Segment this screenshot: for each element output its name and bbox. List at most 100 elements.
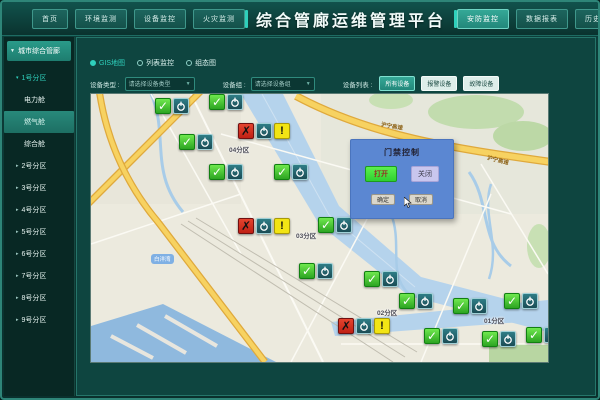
power-icon [544, 327, 549, 343]
device-group-label: 设备组 : [223, 79, 246, 89]
device-marker-normal[interactable]: ✓ [424, 328, 458, 344]
view-mode-label: 列表监控 [146, 58, 174, 68]
warning-icon: ! [274, 218, 290, 234]
caret-down-icon: ▼ [10, 48, 15, 54]
power-icon [417, 293, 433, 309]
nav-right-item-2[interactable]: 历史查询 [575, 9, 600, 29]
sidebar-item-3[interactable]: 综合舱 [4, 133, 74, 155]
view-mode-radio-0[interactable]: GIS地图 [90, 58, 125, 68]
sidebar-item-label: 7号分区 [22, 271, 47, 281]
sidebar-item-0[interactable]: ▾1号分区 [4, 67, 74, 89]
sidebar-item-1[interactable]: 电力舱 [4, 89, 74, 111]
power-icon [173, 98, 189, 114]
radio-icon [186, 60, 192, 66]
app-title-wrap: 综合管廊运维管理平台 [245, 7, 457, 31]
nav-right-item-1[interactable]: 数据报表 [516, 9, 568, 29]
nav-left-item-2[interactable]: 设备监控 [134, 9, 186, 29]
check-icon: ✓ [526, 327, 542, 343]
caret-right-icon: ▸ [16, 273, 19, 279]
chevron-down-icon: ▼ [306, 81, 311, 87]
nav-right-item-0[interactable]: 安防监控 [457, 9, 509, 29]
device-marker-normal[interactable]: ✓ [453, 298, 487, 314]
power-icon [227, 94, 243, 110]
device-marker-normal[interactable]: ✓ [274, 164, 308, 180]
device-marker-alarm[interactable]: ✗! [338, 318, 390, 334]
nav-left-item-3[interactable]: 火灾监测 [193, 9, 245, 29]
sidebar-item-6[interactable]: ▸4号分区 [4, 199, 74, 221]
sidebar-item-4[interactable]: ▸2号分区 [4, 155, 74, 177]
check-icon: ✓ [424, 328, 440, 344]
view-mode-radio-1[interactable]: 列表监控 [137, 58, 174, 68]
map-canvas[interactable]: 门禁控制 打开 关闭 确定 取消 ✓✓✗!✓✓✓✗!✓✓✓✓✓✓✗!✓✓✓04分… [90, 93, 549, 363]
check-icon: ✓ [364, 271, 380, 287]
view-mode-radio-2[interactable]: 组态图 [186, 58, 216, 68]
device-marker-normal[interactable]: ✓ [399, 293, 433, 309]
door-close-button[interactable]: 关闭 [411, 166, 439, 182]
sidebar-item-label: 2号分区 [22, 161, 47, 171]
device-type-select[interactable]: 请选择设备类型 ▼ [125, 77, 195, 91]
caret-right-icon: ▸ [16, 229, 19, 235]
nav-left-item-1[interactable]: 环境监测 [75, 9, 127, 29]
caret-right-icon: ▸ [16, 317, 19, 323]
access-control-dialog: 门禁控制 打开 关闭 确定 取消 [350, 139, 454, 219]
chevron-down-icon: ▼ [186, 81, 191, 87]
device-marker-normal[interactable]: ✓ [504, 293, 538, 309]
device-marker-normal[interactable]: ✓ [209, 94, 243, 110]
zone-label-1: 03分区 [296, 230, 316, 240]
ok-button[interactable]: 确定 [371, 194, 395, 205]
device-marker-normal[interactable]: ✓ [299, 263, 333, 279]
device-marker-normal[interactable]: ✓ [179, 134, 213, 150]
view-mode-radios: GIS地图 列表监控 组态图 [90, 58, 216, 68]
power-icon [256, 218, 272, 234]
warning-icon: ! [374, 318, 390, 334]
dialog-action-row: 打开 关闭 [351, 166, 453, 182]
device-marker-alarm[interactable]: ✗! [238, 123, 290, 139]
check-icon: ✓ [399, 293, 415, 309]
device-filter-button-1[interactable]: 报警设备 [421, 76, 457, 91]
cancel-button[interactable]: 取消 [409, 194, 433, 205]
device-type-label: 设备类型 : [90, 79, 120, 89]
error-x-icon: ✗ [238, 123, 254, 139]
sidebar-item-label: 4号分区 [22, 205, 47, 215]
sidebar-root-node[interactable]: ▼ 城市综合管廊 [7, 41, 71, 61]
device-filter-button-0[interactable]: 所有设备 [379, 76, 415, 91]
view-mode-label: GIS地图 [99, 58, 125, 68]
device-marker-normal[interactable]: ✓ [526, 327, 549, 343]
device-marker-normal[interactable]: ✓ [318, 217, 352, 233]
sidebar-root-label: 城市综合管廊 [18, 46, 60, 56]
nav-left: 首页环境监测设备监控火灾监测 [32, 9, 245, 29]
device-marker-normal[interactable]: ✓ [209, 164, 243, 180]
device-filter-button-2[interactable]: 故障设备 [463, 76, 499, 91]
sidebar-item-2[interactable]: 燃气舱 [4, 111, 74, 133]
nav-left-item-0[interactable]: 首页 [32, 9, 68, 29]
caret-right-icon: ▸ [16, 295, 19, 301]
check-icon: ✓ [482, 331, 498, 347]
door-open-button[interactable]: 打开 [365, 166, 397, 182]
sidebar-item-5[interactable]: ▸3号分区 [4, 177, 74, 199]
device-group-select[interactable]: 请选择设备组 ▼ [251, 77, 315, 91]
caret-right-icon: ▸ [16, 185, 19, 191]
device-marker-normal[interactable]: ✓ [482, 331, 516, 347]
sidebar-item-10[interactable]: ▸8号分区 [4, 287, 74, 309]
sidebar-item-11[interactable]: ▸9号分区 [4, 309, 74, 331]
sidebar-item-9[interactable]: ▸7号分区 [4, 265, 74, 287]
check-icon: ✓ [504, 293, 520, 309]
sidebar-item-8[interactable]: ▸6号分区 [4, 243, 74, 265]
caret-down-icon: ▾ [16, 75, 19, 81]
sidebar: ▼ 城市综合管廊 ▾1号分区电力舱燃气舱综合舱▸2号分区▸3号分区▸4号分区▸5… [4, 37, 75, 396]
power-icon [382, 271, 398, 287]
zone-label-2: 02分区 [377, 307, 397, 317]
sidebar-item-7[interactable]: ▸5号分区 [4, 221, 74, 243]
check-icon: ✓ [155, 98, 171, 114]
device-marker-normal[interactable]: ✓ [364, 271, 398, 287]
nav-right: 安防监控数据报表历史查询用户管理 [457, 9, 600, 29]
check-icon: ✓ [274, 164, 290, 180]
sidebar-item-label: 8号分区 [22, 293, 47, 303]
device-marker-normal[interactable]: ✓ [155, 98, 189, 114]
device-list-label: 设备列表 : [343, 79, 373, 89]
device-marker-alarm[interactable]: ✗! [238, 218, 290, 234]
check-icon: ✓ [453, 298, 469, 314]
caret-right-icon: ▸ [16, 163, 19, 169]
error-x-icon: ✗ [238, 218, 254, 234]
check-icon: ✓ [209, 164, 225, 180]
